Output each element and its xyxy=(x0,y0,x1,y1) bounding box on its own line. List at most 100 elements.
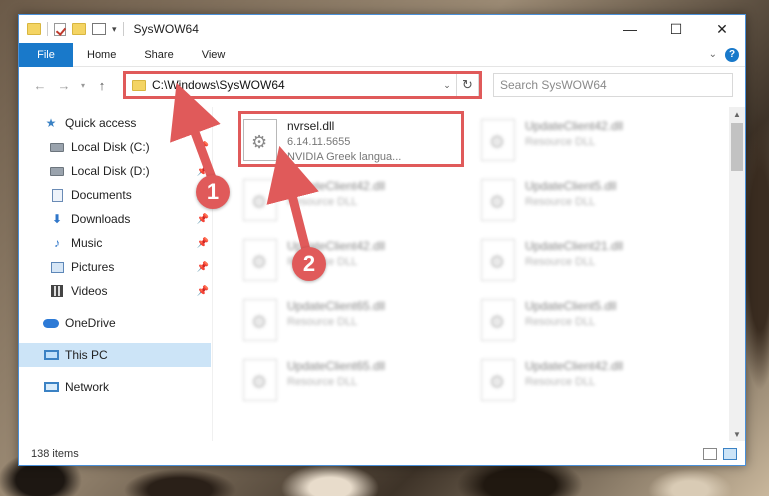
vertical-scrollbar[interactable]: ▲ ▼ xyxy=(729,107,745,441)
sidebar-item-label: Local Disk (D:) xyxy=(71,164,150,178)
dll-file-icon xyxy=(243,119,277,161)
recent-locations-button[interactable]: ▾ xyxy=(77,74,89,96)
back-button[interactable]: ← xyxy=(29,74,51,96)
sidebar-item-label: Documents xyxy=(71,188,132,202)
pin-icon[interactable]: 📌 xyxy=(197,214,209,225)
file-explorer-window: ▾ SysWOW64 — ☐ ✕ File Home Share View ⌄ … xyxy=(18,14,746,466)
file-name: UpdateClient21.dll xyxy=(525,239,624,253)
address-path[interactable]: C:\Windows\SysWOW64 xyxy=(152,78,438,92)
file-type: Resource DLL xyxy=(525,376,596,388)
file-tile[interactable]: UpdateClient65.dll Resource DLL xyxy=(239,293,465,349)
file-tile-nvrsel[interactable]: nvrsel.dll 6.14.11.5655 NVIDIA Greek lan… xyxy=(239,113,465,169)
tab-view[interactable]: View xyxy=(188,43,240,67)
sidebar-item-this-pc[interactable]: This PC xyxy=(19,343,211,367)
file-type: Resource DLL xyxy=(525,136,596,148)
pin-icon[interactable]: 📌 xyxy=(197,262,209,273)
sidebar-item-label: Pictures xyxy=(71,260,115,274)
sidebar-item-network[interactable]: Network xyxy=(19,375,211,399)
minimize-button[interactable]: — xyxy=(607,15,653,43)
tab-home[interactable]: Home xyxy=(73,43,130,67)
up-button[interactable]: ↑ xyxy=(91,74,113,96)
forward-button[interactable]: → xyxy=(53,74,75,96)
sidebar-item-videos[interactable]: Videos 📌 xyxy=(19,279,211,303)
maximize-button[interactable]: ☐ xyxy=(653,15,699,43)
ribbon-right: ⌄ ? xyxy=(709,47,745,62)
file-type: Resource DLL xyxy=(287,376,358,388)
dll-file-icon xyxy=(481,239,515,281)
network-icon xyxy=(43,382,59,392)
sidebar-item-downloads[interactable]: ⬇ Downloads 📌 xyxy=(19,207,211,231)
close-button[interactable]: ✕ xyxy=(699,15,745,43)
pin-icon[interactable]: 📌 xyxy=(197,238,209,249)
dll-file-icon xyxy=(243,359,277,401)
file-tile[interactable]: UpdateClient42.dll Resource DLL xyxy=(477,113,703,169)
file-list: nvrsel.dll 6.14.11.5655 NVIDIA Greek lan… xyxy=(215,107,727,441)
file-name: UpdateClient5.dll xyxy=(525,179,617,193)
file-tile[interactable]: UpdateClient65.dll Resource DLL xyxy=(239,353,465,409)
file-tile[interactable]: UpdateClient5.dll Resource DLL xyxy=(477,173,703,229)
tab-file[interactable]: File xyxy=(19,42,73,67)
divider xyxy=(47,22,48,36)
pictures-icon-wrap xyxy=(49,260,65,274)
file-tile[interactable]: UpdateClient5.dll Resource DLL xyxy=(477,293,703,349)
view-buttons xyxy=(703,448,745,460)
properties-check-icon[interactable] xyxy=(54,22,66,36)
scroll-down-icon[interactable]: ▼ xyxy=(729,427,745,441)
sidebar-item-documents[interactable]: Documents 📌 xyxy=(19,183,211,207)
sidebar-item-label: Network xyxy=(65,380,110,394)
sidebar-item-quick-access[interactable]: ★ Quick access xyxy=(19,111,211,135)
file-name: UpdateClient42.dll xyxy=(525,119,624,133)
tiles-view-icon[interactable] xyxy=(723,448,737,460)
tab-share[interactable]: Share xyxy=(130,43,187,67)
star-icon: ★ xyxy=(45,116,57,130)
network-icon-wrap xyxy=(43,380,59,394)
refresh-button[interactable]: ↻ xyxy=(456,74,478,96)
pin-icon[interactable]: 📌 xyxy=(197,142,209,153)
step-2-badge: 2 xyxy=(292,247,326,281)
file-tile[interactable]: UpdateClient42.dll Resource DLL xyxy=(239,233,465,289)
file-type: Resource DLL xyxy=(525,256,596,268)
pin-icon[interactable]: 📌 xyxy=(197,286,209,297)
dll-file-icon xyxy=(481,299,515,341)
file-name: UpdateClient5.dll xyxy=(525,299,617,313)
dll-file-icon xyxy=(243,179,277,221)
expand-ribbon-icon[interactable]: ⌄ xyxy=(709,49,717,60)
file-type: Resource DLL xyxy=(287,316,358,328)
scroll-up-icon[interactable]: ▲ xyxy=(729,107,745,121)
disk-icon xyxy=(50,142,64,152)
scroll-thumb[interactable] xyxy=(731,123,743,171)
file-name: UpdateClient65.dll xyxy=(287,299,386,313)
dll-file-icon xyxy=(481,179,515,221)
file-tile[interactable]: UpdateClient21.dll Resource DLL xyxy=(477,233,703,289)
file-name: UpdateClient42.dll xyxy=(525,359,624,373)
pictures-icon xyxy=(50,261,64,273)
disk-icon-wrap xyxy=(49,164,65,178)
navigation-bar: ← → ▾ ↑ C:\Windows\SysWOW64 ⌄ ↻ Search S… xyxy=(19,69,745,101)
dll-file-icon xyxy=(243,239,277,281)
search-input[interactable]: Search SysWOW64 xyxy=(493,73,733,97)
file-tile[interactable]: UpdateClient42.dll Resource DLL xyxy=(477,353,703,409)
file-version: 6.14.11.5655 xyxy=(287,136,351,148)
sidebar-item-onedrive[interactable]: OneDrive xyxy=(19,311,211,335)
help-icon[interactable]: ? xyxy=(725,47,739,62)
address-bar[interactable]: C:\Windows\SysWOW64 ⌄ ↻ xyxy=(125,73,479,97)
chevron-down-icon[interactable]: ▾ xyxy=(112,24,117,35)
new-folder-icon[interactable] xyxy=(72,23,86,35)
quick-access-toolbar: ▾ xyxy=(19,15,124,43)
sidebar-item-label: Videos xyxy=(71,284,108,298)
chevron-down-icon[interactable]: ⌄ xyxy=(438,80,456,91)
customize-icon[interactable] xyxy=(92,23,106,35)
file-tile[interactable]: UpdateClient42.dll Resource DLL xyxy=(239,173,465,229)
navigation-pane: ★ Quick access Local Disk (C:) 📌 Local D… xyxy=(19,107,213,441)
sidebar-item-label: Local Disk (C:) xyxy=(71,140,150,154)
file-type: Resource DLL xyxy=(287,196,358,208)
dll-file-icon xyxy=(481,119,515,161)
file-name: UpdateClient42.dll xyxy=(287,179,386,193)
sidebar-item-local-disk-c[interactable]: Local Disk (C:) 📌 xyxy=(19,135,211,159)
sidebar-item-label: OneDrive xyxy=(65,316,116,330)
details-view-icon[interactable] xyxy=(703,448,717,460)
sidebar-item-local-disk-d[interactable]: Local Disk (D:) 📌 xyxy=(19,159,211,183)
sidebar-item-pictures[interactable]: Pictures 📌 xyxy=(19,255,211,279)
sidebar-item-label: Music xyxy=(71,236,103,250)
sidebar-item-music[interactable]: ♪ Music 📌 xyxy=(19,231,211,255)
